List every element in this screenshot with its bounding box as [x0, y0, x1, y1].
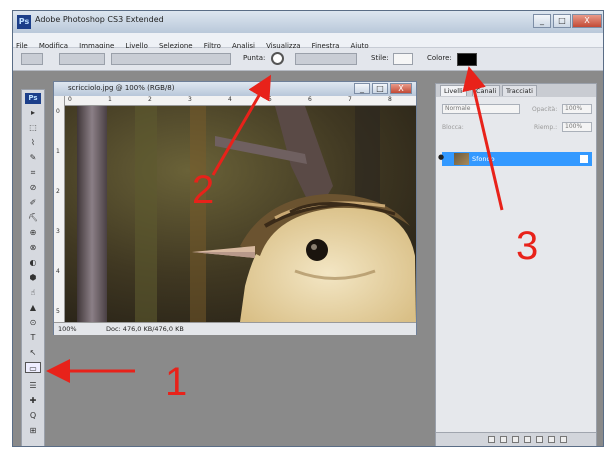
opacity-field[interactable]: 100% [562, 104, 592, 114]
tool-zoom-icon[interactable]: Q [25, 410, 41, 421]
tab-canali[interactable]: Canali [472, 85, 501, 96]
doc-minimize-button[interactable]: _ [354, 83, 370, 94]
ruler-v-label: 3 [56, 228, 60, 235]
tool-healing-icon[interactable]: ✐ [25, 197, 41, 208]
color-swatch[interactable] [457, 53, 477, 66]
document-title-bar[interactable]: scricciolo.jpg @ 100% (RGB/8) _ □ X [54, 82, 416, 96]
title-bar: Ps Adobe Photoshop CS3 Extended _ □ X [13, 11, 603, 33]
window-title: Adobe Photoshop CS3 Extended [35, 15, 164, 24]
close-button[interactable]: X [572, 14, 602, 28]
layer-row-background[interactable]: ● Sfondo [438, 152, 592, 166]
bird-photo-image [65, 106, 416, 322]
new-layer-icon[interactable] [548, 436, 555, 443]
minimize-button[interactable]: _ [533, 14, 551, 28]
color-label: Colore: [427, 54, 452, 62]
brush-picker-icon[interactable] [271, 52, 284, 65]
zoom-level[interactable]: 100% [58, 325, 77, 333]
fill-field[interactable]: 100% [562, 122, 592, 132]
shape-mode-buttons[interactable] [59, 53, 105, 65]
path-operation-buttons[interactable] [295, 53, 357, 65]
ruler-v-label: 2 [56, 188, 60, 195]
tool-brush-icon[interactable]: ⛏ [25, 212, 41, 223]
layer-style-icon[interactable] [500, 436, 507, 443]
fill-label: Riemp.: [534, 124, 558, 131]
tool-eyedropper-icon[interactable]: ⊘ [25, 182, 41, 193]
panel-bottom-bar [436, 432, 596, 446]
vertical-ruler[interactable]: 0 1 2 3 4 5 [54, 96, 65, 322]
ruler-v-label: 0 [56, 108, 60, 115]
shape-tool-buttons[interactable] [111, 53, 231, 65]
lock-icon [580, 155, 588, 163]
tool-move-icon[interactable]: ▸ [25, 107, 41, 118]
ruler-h-label: 8 [388, 96, 392, 103]
tool-blur-icon[interactable]: ☝ [25, 287, 41, 298]
trash-icon[interactable] [560, 436, 567, 443]
brush-label: Punta: [243, 54, 266, 62]
tool-notes-icon[interactable]: ☰ [25, 380, 41, 391]
ruler-v-label: 5 [56, 308, 60, 315]
tab-tracciati[interactable]: Tracciati [502, 85, 537, 96]
annotation-number-1: 1 [165, 360, 188, 404]
ruler-v-label: 4 [56, 268, 60, 275]
layer-thumbnail [454, 153, 469, 165]
group-icon[interactable] [536, 436, 543, 443]
doc-close-button[interactable]: X [390, 83, 412, 94]
blend-mode-select[interactable]: Normale [442, 104, 520, 114]
lock-label: Blocca: [442, 124, 464, 131]
photoshop-logo-icon: Ps [17, 15, 31, 29]
horizontal-ruler[interactable]: 0 1 2 3 4 5 6 7 8 [64, 96, 416, 106]
opacity-label: Opacità: [532, 106, 558, 113]
panel-tabs: Livelli Canali Tracciati [436, 84, 596, 97]
document-info: Doc: 476,0 KB/476,0 KB [106, 325, 184, 333]
tool-hand-icon[interactable]: ⊞ [25, 425, 41, 436]
ruler-h-label: 0 [68, 96, 72, 103]
tool-lasso-icon[interactable]: ⌇ [25, 137, 41, 148]
ruler-v-label: 1 [56, 148, 60, 155]
ruler-h-label: 6 [308, 96, 312, 103]
tool-marquee-icon[interactable]: ⬚ [25, 122, 41, 133]
doc-maximize-button[interactable]: □ [372, 83, 388, 94]
tool-pen-icon[interactable]: ⊙ [25, 317, 41, 328]
ruler-h-label: 1 [108, 96, 112, 103]
tool-crop-icon[interactable]: ⌗ [25, 167, 41, 178]
tool-path-selection-icon[interactable]: ↖ [25, 347, 41, 358]
tool-custom-shape-icon[interactable]: ▭ [25, 362, 41, 373]
tool-eraser-icon[interactable]: ◐ [25, 257, 41, 268]
tool-dodge-icon[interactable]: ▲ [25, 302, 41, 313]
annotation-number-3: 3 [516, 224, 539, 268]
tool-type-icon[interactable]: T [25, 332, 41, 343]
ruler-h-label: 4 [228, 96, 232, 103]
link-layers-icon[interactable] [488, 436, 495, 443]
tool-preset-picker[interactable] [21, 53, 43, 65]
document-title: scricciolo.jpg @ 100% (RGB/8) [68, 84, 175, 92]
ruler-h-label: 3 [188, 96, 192, 103]
document-window[interactable]: scricciolo.jpg @ 100% (RGB/8) _ □ X 0 1 … [53, 81, 417, 335]
menu-bar: File Modifica Immagine Livello Selezione… [13, 33, 603, 50]
options-bar: Punta: Stile: Colore: [13, 48, 603, 71]
tool-gradient-icon[interactable]: ⬢ [25, 272, 41, 283]
eye-icon[interactable]: ● [438, 153, 444, 161]
ruler-h-label: 2 [148, 96, 152, 103]
tool-magic-wand-icon[interactable]: ✎ [25, 152, 41, 163]
tab-livelli[interactable]: Livelli [440, 85, 467, 96]
tool-history-brush-icon[interactable]: ⊗ [25, 242, 41, 253]
style-label: Stile: [371, 54, 389, 62]
annotation-number-2: 2 [192, 168, 215, 212]
ruler-h-label: 7 [348, 96, 352, 103]
ruler-h-label: 5 [268, 96, 272, 103]
tool-clone-stamp-icon[interactable]: ⊕ [25, 227, 41, 238]
style-picker[interactable] [393, 53, 413, 65]
canvas-photo-wren[interactable] [65, 106, 416, 322]
adjustment-layer-icon[interactable] [524, 436, 531, 443]
toolbox: Ps ▸ ⬚ ⌇ ✎ ⌗ ⊘ ✐ ⛏ ⊕ ⊗ ◐ ⬢ ☝ ▲ ⊙ T ↖ ▭ ☰… [21, 89, 45, 446]
document-status-bar: 100% Doc: 476,0 KB/476,0 KB [54, 322, 416, 335]
layer-mask-icon[interactable] [512, 436, 519, 443]
maximize-button[interactable]: □ [553, 14, 571, 28]
layer-name: Sfondo [472, 155, 495, 163]
tool-ps-logo[interactable]: Ps [25, 93, 41, 104]
tool-3d-icon[interactable]: ✚ [25, 395, 41, 406]
